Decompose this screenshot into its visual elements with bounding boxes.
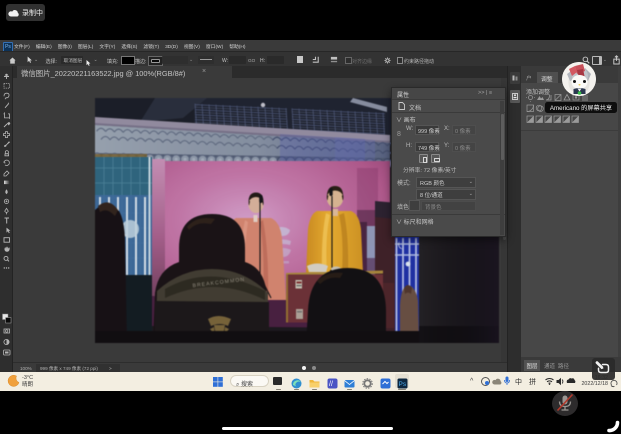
svg-text://: //	[329, 381, 333, 388]
svg-text:Ps: Ps	[399, 381, 407, 388]
